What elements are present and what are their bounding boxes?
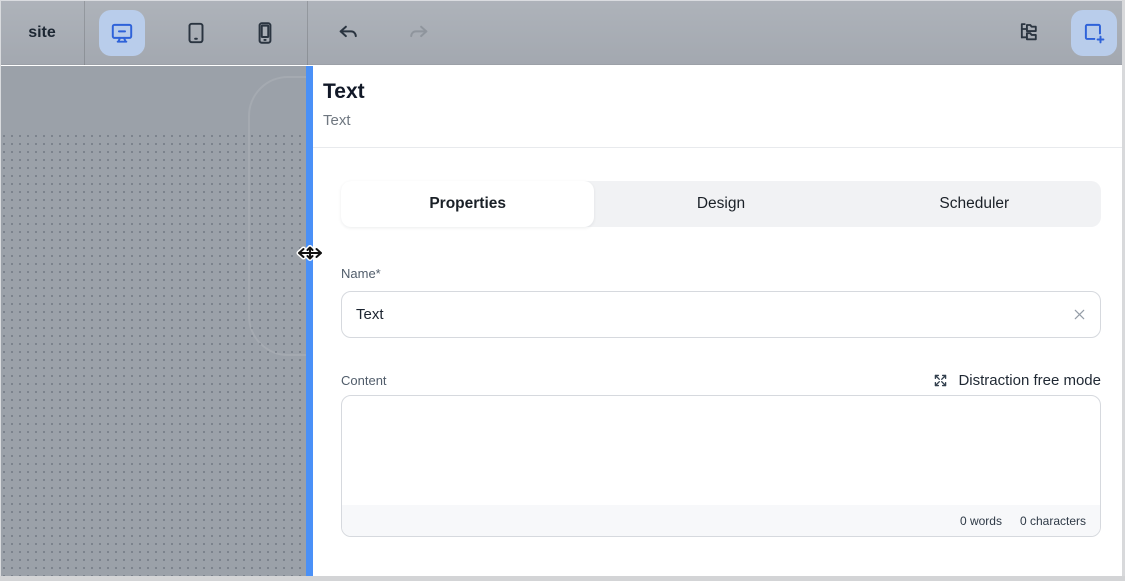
distraction-free-mode-label: Distraction free mode (958, 371, 1101, 389)
app-window: site Text Text Properties Design Schedul… (0, 0, 1125, 581)
window-edge-bottom (0, 576, 1125, 581)
redo-button[interactable] (395, 10, 441, 56)
tab-properties[interactable]: Properties (341, 181, 595, 227)
content-editor-container: 0 words 0 characters (341, 395, 1101, 537)
undo-icon (339, 25, 357, 37)
word-count: 0 words (959, 513, 1002, 528)
add-section-button[interactable] (1071, 10, 1117, 56)
panel-tab-bar: Properties Design Scheduler (341, 181, 1101, 227)
redo-icon (409, 25, 427, 37)
character-count: 0 characters (1019, 513, 1086, 528)
toolbar-divider (307, 0, 308, 65)
content-field-label: Content (341, 372, 387, 388)
content-editor-footer: 0 words 0 characters (342, 505, 1100, 536)
expand-arrows-icon (935, 374, 947, 386)
site-preview-canvas[interactable] (0, 66, 306, 576)
properties-panel: Text Text Properties Design Scheduler Na… (313, 66, 1122, 576)
panel-subtitle: Text (323, 112, 351, 129)
canvas-dot-grid (0, 132, 306, 576)
phone-icon (258, 22, 272, 44)
desktop-preview-button[interactable] (99, 10, 145, 56)
phone-preview-button[interactable] (242, 10, 288, 56)
toolbar-divider (84, 0, 85, 65)
tablet-icon (188, 22, 204, 44)
distraction-free-mode-button[interactable]: Distraction free mode (932, 372, 1101, 389)
clear-x-icon (1074, 309, 1084, 320)
desktop-monitor-icon (111, 23, 133, 43)
undo-button[interactable] (325, 10, 371, 56)
page-tree-button[interactable] (1005, 10, 1051, 56)
tab-design[interactable]: Design (594, 181, 847, 227)
window-edge-left (0, 0, 1, 581)
name-input-container (341, 291, 1101, 338)
top-toolbar: site (0, 0, 1125, 65)
tab-scheduler[interactable]: Scheduler (848, 181, 1101, 227)
panel-resize-handle[interactable] (306, 66, 313, 576)
content-editor[interactable] (342, 396, 1100, 506)
site-label: site (28, 23, 56, 41)
add-section-icon (1084, 23, 1106, 45)
name-field-label: Name* (341, 266, 381, 281)
name-input[interactable] (342, 306, 1064, 323)
page-tree-icon (1020, 23, 1037, 41)
panel-title: Text (323, 80, 365, 103)
clear-name-button[interactable] (1064, 300, 1094, 330)
content-field-header: Content Distraction free mode (341, 370, 1101, 390)
window-edge-top (0, 0, 1125, 1)
header-divider (313, 147, 1122, 148)
tablet-preview-button[interactable] (173, 10, 219, 56)
